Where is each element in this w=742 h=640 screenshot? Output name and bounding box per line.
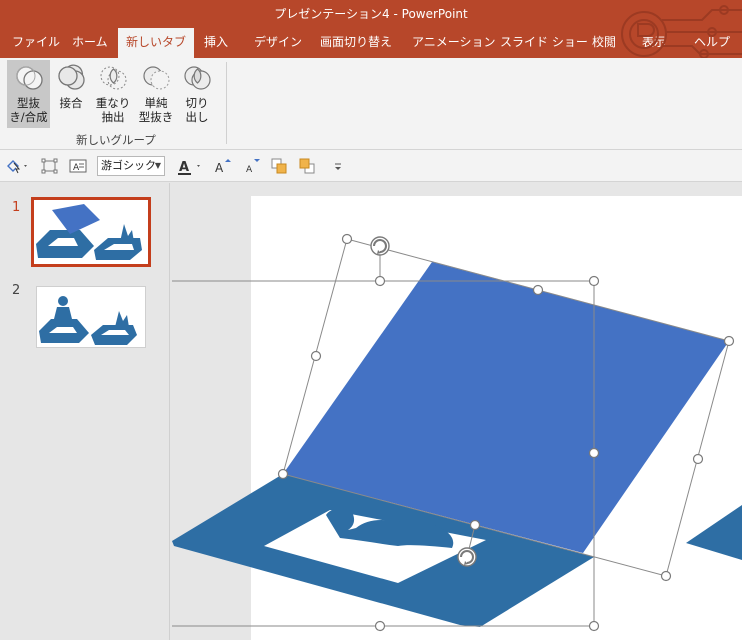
font-select-value: 游ゴシック: [101, 159, 156, 172]
union-shapes-icon: [15, 66, 43, 90]
resize-handle[interactable]: [588, 620, 600, 632]
tab-insert[interactable]: 挿入: [204, 26, 228, 58]
rotate-handle-icon[interactable]: [457, 547, 477, 567]
slide-editing-stage: [172, 233, 742, 632]
tab-file[interactable]: ファイル: [12, 26, 60, 58]
union-shapes-label-2: き/合成: [9, 110, 48, 124]
fragment-shapes-label-1: 切り: [185, 96, 209, 110]
subtract-shapes-label-2: 型抜き: [138, 110, 174, 124]
slide-thumbnails-pane: 1 2: [0, 183, 170, 640]
shape-select-icon[interactable]: [4, 157, 30, 175]
resize-handle[interactable]: [532, 284, 544, 296]
subtract-shapes-button[interactable]: 単純 型抜き: [135, 60, 177, 128]
increase-font-icon[interactable]: A: [214, 157, 232, 175]
shape-outline-icon[interactable]: [40, 157, 60, 175]
tab-slideshow[interactable]: スライド ショー: [500, 26, 588, 58]
adjacent-shape[interactable]: [686, 505, 742, 560]
rotate-handle-icon[interactable]: [370, 236, 390, 256]
ribbon-group-label: 新しいグループ: [76, 133, 156, 147]
intersect-shapes-label-2: 抽出: [101, 110, 125, 124]
send-backward-icon[interactable]: [298, 157, 316, 175]
slide-number: 2: [12, 283, 21, 298]
resize-handle[interactable]: [341, 233, 353, 245]
subtract-shapes-icon: [143, 66, 170, 90]
resize-handle[interactable]: [723, 335, 735, 347]
combine-shapes-button[interactable]: 接合: [52, 60, 90, 128]
combine-shapes-icon: [58, 64, 85, 90]
drawing-toolbar: A 游ゴシック ▼ A A A: [0, 150, 742, 182]
intersect-shapes-icon: [100, 66, 127, 90]
resize-handle[interactable]: [310, 350, 322, 362]
resize-handle[interactable]: [374, 275, 386, 287]
resize-handle[interactable]: [469, 519, 481, 531]
resize-handle[interactable]: [277, 468, 289, 480]
tab-design[interactable]: デザイン: [254, 26, 302, 58]
fragment-shapes-label-2: 出し: [185, 110, 209, 124]
slide-thumbnail-2[interactable]: [36, 286, 146, 348]
union-shapes-label-1: 型抜: [17, 96, 40, 110]
resize-handle[interactable]: [588, 447, 600, 459]
bring-forward-icon[interactable]: [270, 157, 288, 175]
union-shapes-button[interactable]: 型抜 き/合成: [7, 60, 50, 128]
resize-handle[interactable]: [692, 453, 704, 465]
decrease-font-icon[interactable]: A: [244, 157, 262, 175]
font-color-icon[interactable]: A: [176, 157, 206, 175]
slide-thumbnail-content: [39, 296, 137, 345]
slide-number: 1: [12, 200, 21, 215]
tab-new-tab[interactable]: 新しいタブ: [118, 28, 195, 58]
text-box-icon[interactable]: A: [68, 157, 88, 175]
ribbon-group-divider: [226, 62, 227, 144]
combine-shapes-label-1: 接合: [59, 96, 83, 110]
resize-handle[interactable]: [588, 275, 600, 287]
slide-thumbnail-content: [36, 204, 142, 260]
tab-transitions[interactable]: 画面切り替え: [320, 26, 392, 58]
svg-text:A: A: [179, 160, 189, 175]
circuit-decoration-icon: [621, 5, 742, 58]
svg-text:A: A: [73, 163, 80, 173]
more-options-icon[interactable]: [332, 157, 344, 175]
svg-text:A: A: [215, 161, 224, 175]
resize-handle[interactable]: [374, 620, 386, 632]
font-select[interactable]: 游ゴシック ▼: [97, 156, 165, 176]
slide-thumbnail-1[interactable]: [31, 197, 151, 267]
fragment-shapes-icon: [184, 66, 211, 90]
subtract-shapes-label-1: 単純: [144, 96, 168, 110]
svg-text:A: A: [246, 165, 253, 175]
chevron-down-icon: ▼: [154, 161, 161, 170]
fragment-shapes-button[interactable]: 切り 出し: [179, 60, 215, 128]
tab-home[interactable]: ホーム: [72, 26, 108, 58]
ribbon: 型抜 き/合成 接合 重なり 抽出 単純 型抜き 切り 出し 新しいグループ: [0, 58, 742, 150]
tab-animations[interactable]: アニメーション: [412, 26, 496, 58]
resize-handle[interactable]: [660, 570, 672, 582]
intersect-shapes-label-1: 重なり: [95, 96, 131, 110]
intersect-shapes-button[interactable]: 重なり 抽出: [93, 60, 133, 128]
